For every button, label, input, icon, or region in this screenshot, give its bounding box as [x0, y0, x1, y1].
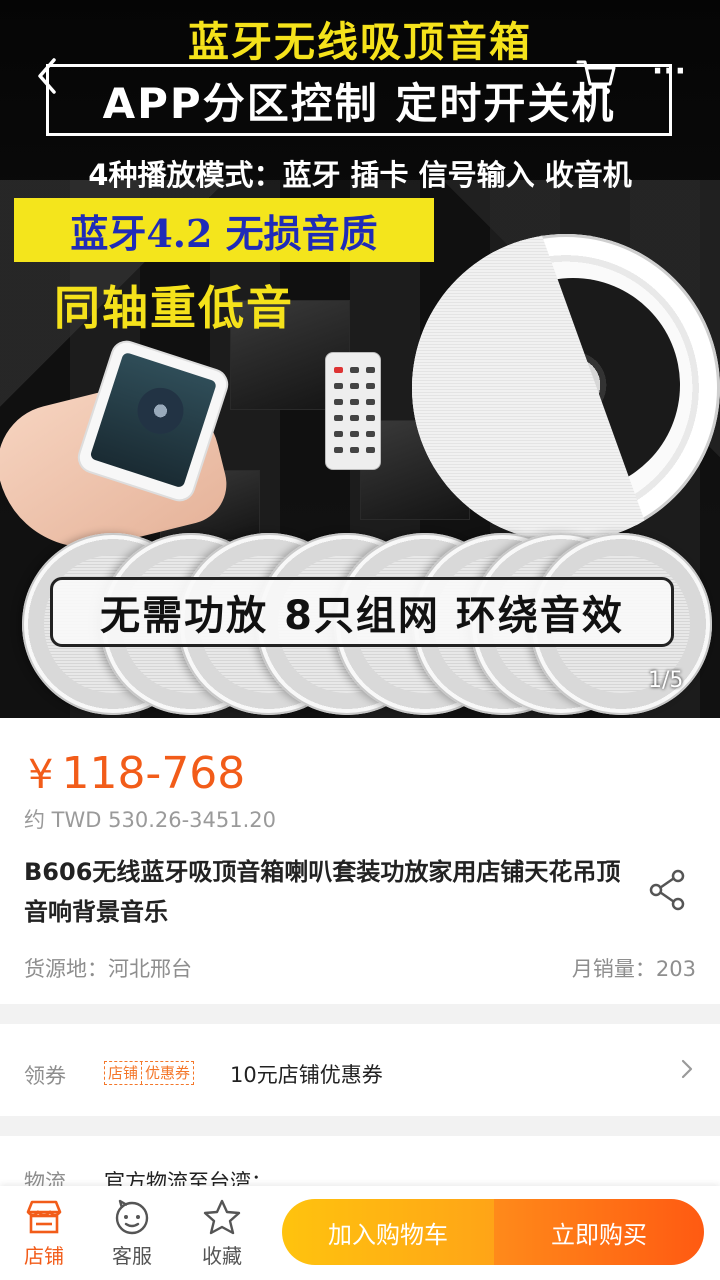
- product-title: B606无线蓝牙吸顶音箱喇叭套装功放家用店铺天花吊顶音响背景音乐: [24, 858, 621, 926]
- image-pager: 1/5: [648, 668, 684, 693]
- tab-favorite[interactable]: 收藏: [186, 1198, 258, 1274]
- coupon-row[interactable]: 领券 店铺 优惠券 10元店铺优惠券: [0, 1024, 720, 1116]
- tab-store[interactable]: 店铺: [8, 1198, 80, 1274]
- monthly-sales: 月销量：203: [571, 957, 696, 981]
- hero-banner-text: 无需功放 8只组网 环绕音效: [100, 593, 624, 639]
- cart-icon: [576, 60, 616, 94]
- cart-button[interactable]: [574, 54, 618, 98]
- tab-favorite-label: 收藏: [202, 1244, 242, 1268]
- share-icon: [649, 869, 685, 911]
- hero-bass-line: 同轴重低音: [54, 281, 294, 335]
- service-icon: [115, 1199, 149, 1235]
- hero-banner: 无需功放 8只组网 环绕音效: [50, 577, 674, 647]
- currency-symbol: ¥: [28, 752, 54, 798]
- price-card: ¥118-768 约 TWD 530.26-3451.20 B606无线蓝牙吸顶…: [0, 718, 720, 1004]
- converted-price: 约 TWD 530.26-3451.20: [24, 808, 277, 832]
- tab-store-label: 店铺: [24, 1244, 64, 1268]
- hero-app-line: APP分区控制 定时开关机: [102, 78, 616, 128]
- star-icon: [203, 1199, 241, 1235]
- hero-modes-line: 4种播放模式：蓝牙 插卡 信号输入 收音机: [88, 158, 632, 192]
- tab-service[interactable]: 客服: [96, 1198, 168, 1274]
- back-icon: [38, 58, 56, 94]
- coupon-tag-store: 店铺: [108, 1064, 139, 1082]
- origin-location: 货源地：河北邢台: [24, 957, 192, 981]
- tab-service-label: 客服: [112, 1244, 152, 1268]
- more-icon: ···: [651, 54, 687, 89]
- coupon-text: 10元店铺优惠券: [230, 1063, 383, 1087]
- price-range: 118-768: [61, 748, 246, 799]
- phone-in-hand-illustration: [0, 336, 250, 567]
- phone-screen: [89, 351, 218, 489]
- product-image-carousel[interactable]: 蓝牙无线吸顶音箱 APP分区控制 定时开关机 4种播放模式：蓝牙 插卡 信号输入…: [0, 0, 720, 718]
- chevron-right-icon: [681, 1059, 693, 1079]
- bottom-action-bar: 店铺 客服 收藏 加入购物车 立即购买: [0, 1186, 720, 1280]
- more-button[interactable]: ···: [646, 57, 692, 94]
- hero-bt-tag-text: 蓝牙4.2 无损音质: [70, 210, 378, 256]
- hero-bt-tag: 蓝牙4.2 无损音质: [14, 198, 434, 262]
- back-button[interactable]: [28, 52, 68, 100]
- album-disc: [131, 381, 190, 440]
- add-to-cart-button[interactable]: 加入购物车: [282, 1199, 494, 1265]
- remote-control-illustration: [325, 352, 381, 470]
- coupon-tag-type: 优惠券: [141, 1062, 193, 1084]
- buy-now-button[interactable]: 立即购买: [494, 1199, 704, 1265]
- product-detail-page: 蓝牙无线吸顶音箱 APP分区控制 定时开关机 4种播放模式：蓝牙 插卡 信号输入…: [0, 0, 720, 1280]
- price: ¥118-768: [28, 748, 245, 799]
- ceiling-speaker-illustration: [412, 234, 720, 542]
- share-button[interactable]: [644, 866, 692, 914]
- coupon-label: 领券: [24, 1064, 66, 1088]
- coupon-tag: 店铺 优惠券: [104, 1061, 195, 1085]
- store-icon: [26, 1200, 62, 1234]
